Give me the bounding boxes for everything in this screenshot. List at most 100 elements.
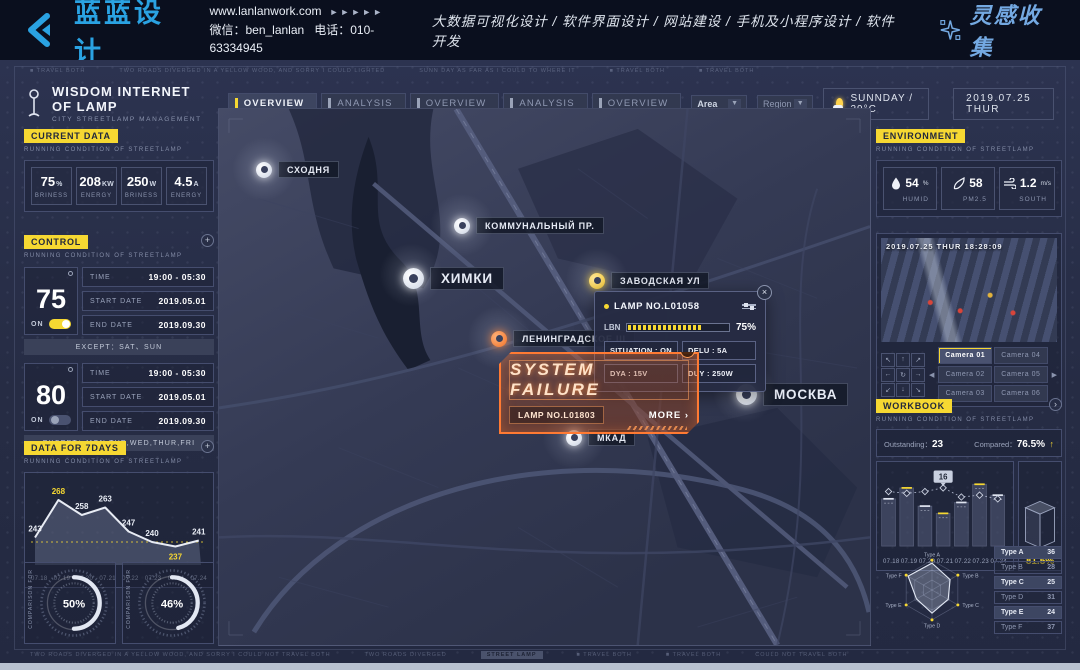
- radar-legend-row-3[interactable]: Type D31: [994, 591, 1062, 604]
- humidity-cell: 54 % HUMID: [883, 167, 937, 210]
- compared-value: 76.5%: [1017, 439, 1045, 450]
- radar-legend-row-4[interactable]: Type E24: [994, 606, 1062, 619]
- decor-text-r0: ■ TRAVEL BOTH: [577, 652, 632, 658]
- brightness-value: 75: [36, 286, 66, 313]
- brightness-box: 75 ON: [24, 267, 78, 335]
- camera-feed-image: 2019.07.25 THUR 18:28:09: [881, 238, 1057, 342]
- power-toggle[interactable]: [49, 319, 71, 329]
- camera-button-1[interactable]: Camera 01: [938, 347, 992, 364]
- dpad-8[interactable]: ↘: [911, 383, 925, 397]
- radar-legend-row-2[interactable]: Type C25: [994, 576, 1062, 589]
- stat-label: ENERGY: [79, 193, 114, 199]
- decor-text-2: SUNN DAY AS FAR AS I COULD TO WHERE IT: [419, 68, 575, 74]
- sliders-icon[interactable]: [742, 304, 756, 309]
- map-pin-0[interactable]: СХОДНЯ: [256, 161, 339, 178]
- radar-legend-row-5[interactable]: Type F37: [994, 621, 1062, 634]
- lamp-pin-icon: [589, 273, 605, 289]
- wind-unit: m/s: [1041, 180, 1051, 187]
- app-titles: WISDOM INTERNET OF LAMP CITY STREETLAMP …: [52, 84, 204, 123]
- panel-title-badge: ENVIRONMENT: [876, 129, 965, 143]
- legend-type-value: 36: [1047, 549, 1055, 556]
- dpad-0[interactable]: ↖: [881, 353, 895, 367]
- time-value[interactable]: 19:00 - 05:30: [148, 368, 206, 378]
- legend-type-label: Type C: [1001, 579, 1024, 586]
- svg-text:268: 268: [52, 487, 66, 496]
- map-place-label: КОММУНАЛЬНЫЙ ПР.: [476, 217, 604, 234]
- svg-text:263: 263: [99, 495, 113, 504]
- inspiration-collect-link[interactable]: 灵感收集: [939, 0, 1060, 62]
- city-map[interactable]: СХОДНЯКОММУНАЛЬНЫЙ ПР.ХИМКИЗАВОДСКАЯ УЛЛ…: [218, 108, 871, 646]
- dpad-5[interactable]: →: [911, 368, 925, 382]
- website-link[interactable]: www.lanlanwork.com: [209, 4, 321, 18]
- outstanding-value: 23: [932, 439, 943, 450]
- workbook-stats: Outstanding：23 Compared：76.5% ↑: [876, 429, 1062, 457]
- wechat-text: 微信：ben_lanlan: [209, 23, 304, 37]
- add-schedule-button[interactable]: +: [201, 234, 214, 247]
- radar-legend-row-1[interactable]: Type B28: [994, 561, 1062, 574]
- camera-button-2[interactable]: Camera 02: [938, 366, 992, 383]
- on-label: ON: [31, 321, 44, 328]
- current-data-panel: CURRENT DATA RUNNING CONDITION OF STREET…: [24, 126, 214, 212]
- current-stat-0: 75%BRINESS: [31, 167, 72, 205]
- gauge-vertical-label: COMPARISON FOR: [126, 569, 132, 629]
- time-label: TIME: [90, 370, 111, 377]
- wind-icon: [1003, 178, 1016, 189]
- close-icon[interactable]: ×: [757, 285, 772, 300]
- map-pin-2[interactable]: ХИМКИ: [403, 267, 504, 290]
- more-button[interactable]: MORE ›: [649, 410, 689, 421]
- dpad-6[interactable]: ↙: [881, 383, 895, 397]
- dpad-4[interactable]: ↻: [896, 368, 910, 382]
- time-value[interactable]: 19:00 - 05:30: [148, 272, 206, 282]
- on-label: ON: [31, 417, 44, 424]
- end-date-value[interactable]: 2019.09.30: [158, 320, 206, 330]
- cube-icon: [1020, 497, 1060, 553]
- stat-unit: W: [150, 181, 157, 188]
- current-stat-3: 4.5AENERGY: [166, 167, 207, 205]
- start-date-value[interactable]: 2019.05.01: [158, 392, 206, 402]
- map-place-label: СХОДНЯ: [278, 161, 339, 178]
- stat-unit: KW: [102, 181, 114, 188]
- outstanding-label: Outstanding：: [884, 440, 932, 449]
- camera-next-button[interactable]: ▶: [1052, 371, 1057, 379]
- decor-text-r1: ■ TRAVEL BOTH: [666, 652, 721, 658]
- legend-type-value: 31: [1047, 594, 1055, 601]
- map-place-label: ХИМКИ: [430, 267, 504, 290]
- camera-button-4[interactable]: Camera 04: [994, 347, 1048, 364]
- compared-label: Compared：: [974, 440, 1017, 449]
- end-date-value[interactable]: 2019.09.30: [158, 416, 206, 426]
- camera-prev-button[interactable]: ◀: [929, 371, 934, 379]
- panel-title-badge: CONTROL: [24, 235, 88, 249]
- expand-button[interactable]: +: [201, 440, 214, 453]
- svg-text:Type A: Type A: [924, 552, 940, 558]
- stat-value: 250W: [124, 174, 159, 189]
- map-pin-1[interactable]: КОММУНАЛЬНЫЙ ПР.: [454, 217, 604, 234]
- lanlan-logo-icon: [20, 11, 58, 49]
- humidity-label: HUMID: [887, 196, 933, 203]
- dpad-2[interactable]: ↗: [911, 353, 925, 367]
- map-place-label: ЗАВОДСКАЯ УЛ: [611, 272, 709, 289]
- dpad-3[interactable]: ←: [881, 368, 895, 382]
- decor-text-4: ■ TRAVEL BOTH: [699, 68, 754, 74]
- chevron-down-icon: ▼: [794, 99, 807, 108]
- camera-button-5[interactable]: Camera 05: [994, 366, 1048, 383]
- map-pin-3[interactable]: ЗАВОДСКАЯ УЛ: [589, 272, 709, 289]
- workbook-bar-chart: 16: [879, 464, 1009, 552]
- svg-text:16: 16: [939, 473, 948, 482]
- workbook-more-button[interactable]: ›: [1049, 398, 1062, 411]
- stat-unit: A: [194, 181, 199, 188]
- end-date-label: END DATE: [90, 418, 133, 425]
- panel-title-badge: WORKBOOK: [876, 399, 952, 413]
- dpad-1[interactable]: ↑: [896, 353, 910, 367]
- dpad-7[interactable]: ↓: [896, 383, 910, 397]
- stat-label: BRINESS: [124, 193, 159, 199]
- street-lamp-badge: STREET LAMP: [481, 651, 543, 659]
- radar-legend-row-0[interactable]: Type A 36: [994, 546, 1062, 559]
- power-toggle[interactable]: [49, 415, 71, 425]
- legend-type-label: Type A: [1001, 549, 1024, 556]
- start-date-value[interactable]: 2019.05.01: [158, 296, 206, 306]
- legend-type-value: 37: [1047, 624, 1055, 631]
- control-group-1: 75 ON TIME19:00 - 05:30 START DATE2019.0…: [24, 267, 214, 355]
- alert-title: SYSTEM FAILURE: [510, 360, 688, 400]
- legend-type-value: 24: [1047, 609, 1055, 616]
- svg-text:Type B: Type B: [962, 573, 979, 579]
